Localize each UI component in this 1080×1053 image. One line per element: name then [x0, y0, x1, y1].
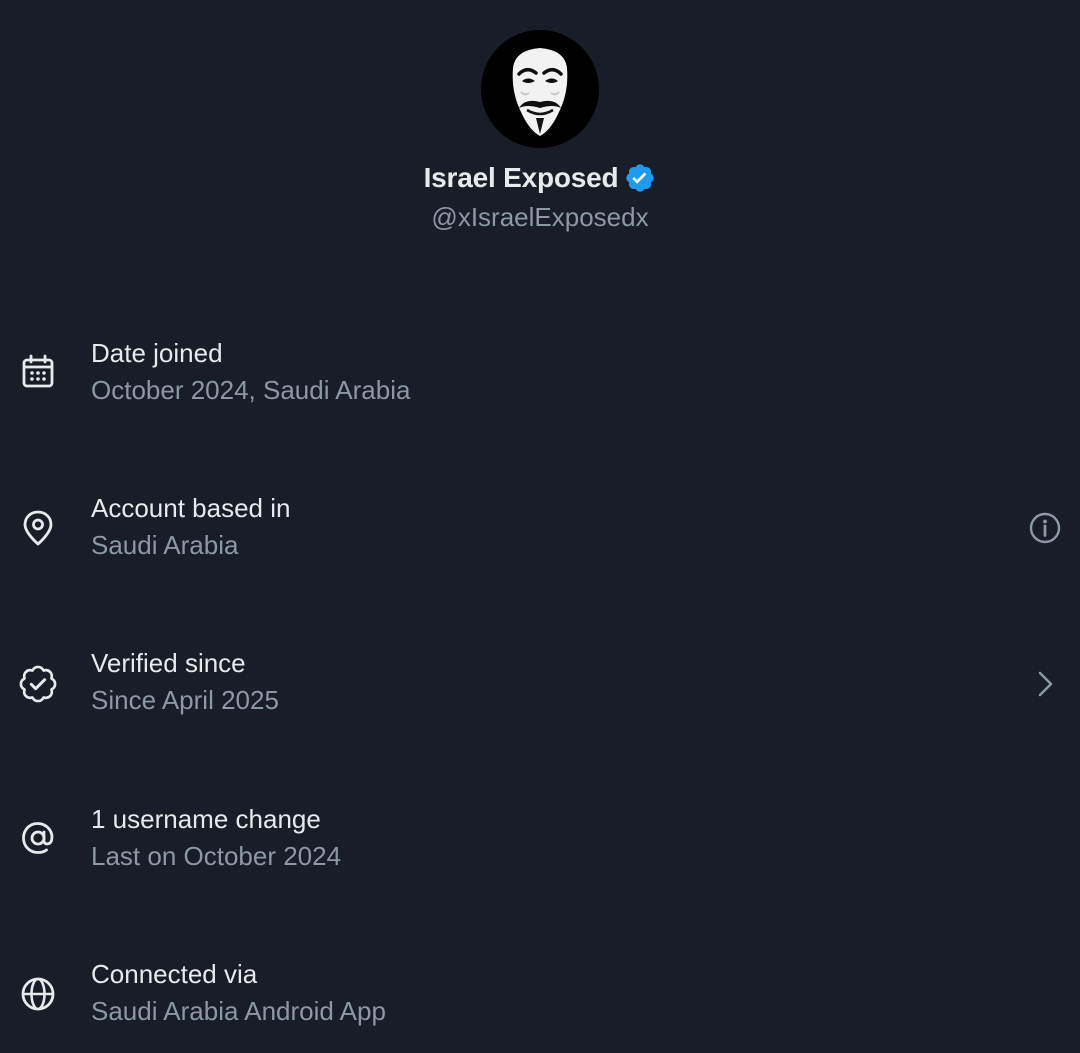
calendar-icon [18, 352, 58, 392]
row-subtitle: Since April 2025 [91, 685, 279, 715]
row-title: Verified since [91, 648, 246, 678]
display-name: Israel Exposed [423, 162, 619, 193]
row-subtitle: Last on October 2024 [91, 841, 342, 871]
row-title: Account based in [91, 493, 291, 523]
chevron-right-icon[interactable] [1028, 667, 1062, 701]
verified-badge-outline-icon [18, 664, 58, 704]
row-title: 1 username change [91, 804, 321, 834]
info-row-date-joined: Date joined October 2024, Saudi Arabia [0, 330, 1080, 430]
row-subtitle: October 2024, Saudi Arabia [91, 375, 411, 405]
info-row-connected-via: Connected via Saudi Arabia Android App [0, 951, 1080, 1051]
guy-fawkes-mask-icon [481, 30, 599, 148]
globe-icon [18, 974, 58, 1014]
row-title: Connected via [91, 959, 258, 989]
info-row-account-based-in: Account based in Saudi Arabia [0, 485, 1080, 585]
info-row-verified-since[interactable]: Verified since Since April 2025 [0, 640, 1080, 740]
about-account-page: Israel Exposed @xIsraelExposedx Date joi… [0, 0, 1080, 1053]
info-row-username-change: 1 username change Last on October 2024 [0, 796, 1080, 896]
profile-handle: @xIsraelExposedx [431, 202, 649, 232]
display-name-row: Israel Exposed [0, 162, 1080, 194]
row-title: Date joined [91, 338, 223, 368]
info-icon[interactable] [1028, 511, 1062, 545]
row-subtitle: Saudi Arabia Android App [91, 996, 386, 1026]
row-subtitle: Saudi Arabia [91, 530, 239, 560]
avatar[interactable] [481, 30, 599, 148]
location-pin-icon [18, 508, 58, 548]
verified-badge-icon[interactable] [624, 162, 656, 194]
at-sign-icon [18, 818, 58, 858]
